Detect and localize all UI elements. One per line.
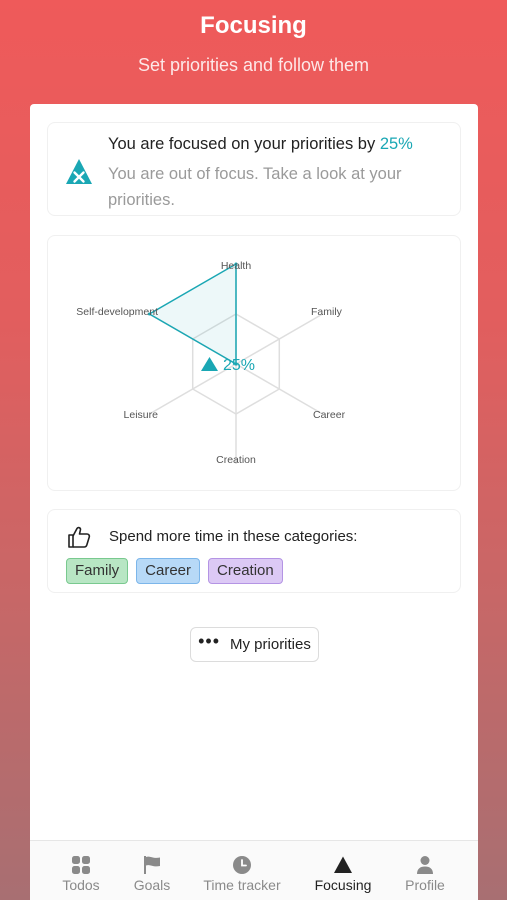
category-chips: Family Career Creation [66, 558, 283, 584]
my-priorities-label: My priorities [230, 636, 311, 653]
page-title: Focusing [200, 12, 307, 39]
radar-label-creation: Creation [216, 454, 256, 466]
my-priorities-button[interactable]: ••• My priorities [190, 627, 319, 662]
tab-focusing[interactable]: Focusing [302, 841, 384, 900]
thumbs-up-icon [68, 526, 91, 548]
radar-label-family: Family [311, 306, 343, 318]
tab-todos[interactable]: Todos [50, 841, 112, 900]
clock-icon [233, 856, 251, 874]
tab-label: Todos [62, 877, 100, 893]
radar-chart: Health Family Career Creation Leisure Self-de… [76, 260, 346, 466]
focus-percent-value: 25% [379, 135, 413, 153]
chip-creation[interactable]: Creation [208, 558, 283, 584]
radar-label-health: Health [221, 260, 252, 272]
tab-label: Profile [405, 877, 445, 893]
page-subtitle: Set priorities and follow them [137, 55, 370, 75]
categories-card: Spend more time in these categories: Fam… [47, 509, 461, 593]
focus-status-card: You are focused on your priorities by 25… [47, 122, 461, 216]
chip-family[interactable]: Family [66, 558, 129, 584]
tab-label: Focusing [314, 877, 372, 893]
content-sheet: You are focused on your priorities by 25… [30, 104, 478, 900]
focus-message: You are out of focus. Take a look at you… [108, 165, 402, 209]
tab-goals[interactable]: Goals [122, 841, 182, 900]
radar-label-self-development: Self-development [76, 306, 158, 318]
radar-chart-card: Health Family Career Creation Leisure Self-de… [47, 235, 461, 491]
focus-percent-text: You are focused on your priorities by 25… [108, 135, 413, 154]
focus-warning-icon [66, 159, 92, 184]
categories-title: Spend more time in these categories: [109, 528, 358, 545]
tab-profile[interactable]: Profile [392, 841, 458, 900]
flag-icon [144, 856, 160, 874]
tab-label: Time tracker [203, 877, 281, 893]
tab-label: Goals [133, 877, 171, 893]
radar-center-icon [201, 357, 218, 371]
focus-percent-prefix: You are focused on your priorities by [108, 135, 380, 153]
chip-career[interactable]: Career [136, 558, 201, 584]
more-dots-icon: ••• [198, 630, 221, 651]
grid-icon [72, 856, 90, 874]
radar-label-leisure: Leisure [124, 409, 159, 421]
bottom-tab-bar: Todos Goals Time tracker Focusing Profil… [30, 840, 478, 900]
radar-label-career: Career [313, 409, 346, 421]
person-icon [417, 856, 433, 874]
triangle-icon [334, 856, 352, 873]
radar-center-value: 25% [223, 357, 255, 374]
tab-time-tracker[interactable]: Time tracker [192, 841, 292, 900]
